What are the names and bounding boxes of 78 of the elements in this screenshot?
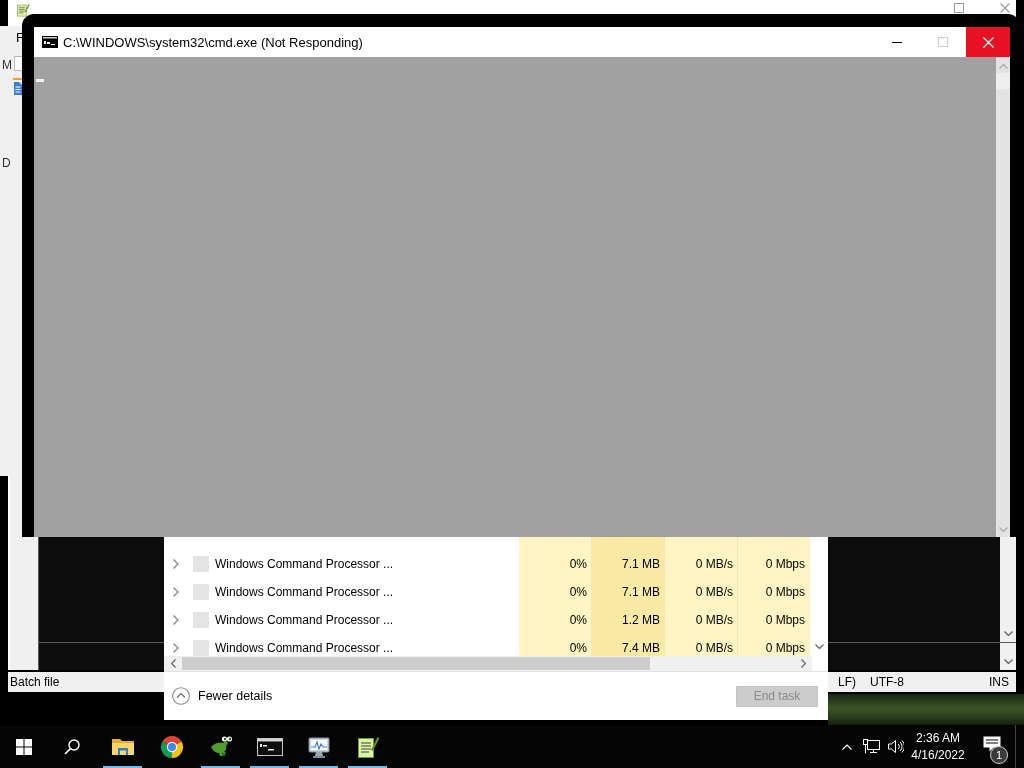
network-cell-text: 0 Mbps	[764, 641, 806, 655]
network-cell-text: 0 Mbps	[764, 613, 806, 627]
running-indicator	[348, 766, 387, 768]
maximize-icon	[954, 3, 964, 13]
process-name: Windows Command Processor ...	[214, 557, 395, 571]
process-name: Windows Command Processor ...	[214, 585, 395, 599]
status-text: UTF-8	[870, 675, 904, 689]
scroll-down-icon	[1003, 631, 1013, 636]
process-name: Windows Command Processor ...	[214, 613, 395, 627]
status-text: INS	[989, 675, 1009, 689]
disk-cell-text: 0 MB/s	[694, 613, 734, 627]
memory-cell-text: 7.4 MB	[621, 641, 661, 655]
scroll-right-icon	[800, 659, 806, 668]
running-indicator	[250, 766, 289, 768]
vertical-scrollbar[interactable]	[1000, 643, 1016, 670]
scroll-left-icon	[170, 659, 176, 668]
blank-square-icon	[193, 612, 209, 628]
blank-square-icon	[193, 640, 209, 656]
chevron-right-icon[interactable]	[173, 615, 179, 625]
chevron-circle-icon	[172, 687, 190, 705]
lizard-icon	[208, 734, 233, 759]
network-cell-text: 0 Mbps	[764, 585, 806, 599]
chevron-right-icon[interactable]	[173, 643, 179, 653]
circle-logo-icon	[159, 734, 184, 759]
terminal-icon	[256, 737, 283, 756]
clock-date[interactable]: 4/16/2022	[911, 746, 965, 764]
notification-badge: 1	[990, 746, 1008, 764]
scroll-down-icon	[1003, 659, 1013, 664]
console-icon	[42, 36, 58, 48]
close-icon	[1000, 3, 1010, 13]
cpu-cell-text: 0%	[568, 613, 588, 627]
running-indicator	[201, 766, 240, 768]
speaker-icon	[886, 739, 904, 754]
cpu-cell-text: 0%	[568, 585, 588, 599]
monitor-chart-icon	[306, 734, 331, 759]
vertical-scrollbar[interactable]	[996, 57, 1010, 537]
status-text: Batch file	[10, 675, 60, 689]
caret-up-icon	[842, 743, 852, 750]
scroll-up-icon	[998, 64, 1008, 69]
process-name: Windows Command Processor ...	[214, 641, 395, 655]
memory-cell-text: 1.2 MB	[621, 613, 661, 627]
memory-cell-text: 7.1 MB	[621, 585, 661, 599]
window-title: C:\WINDOWS\system32\cmd.exe (Not Responding)	[63, 34, 364, 50]
notepad-icon	[16, 3, 30, 17]
disk-cell-text: 0 MB/s	[694, 641, 734, 655]
close-icon	[982, 36, 994, 48]
chevron-right-icon[interactable]	[173, 559, 179, 569]
notifications-button[interactable]: 1	[969, 725, 1015, 768]
network-icon	[862, 739, 880, 754]
notepad-icon	[355, 734, 380, 759]
disk-cell-text: 0 MB/s	[694, 557, 734, 571]
text-fragment: M	[2, 58, 12, 72]
horizontal-scrollbar[interactable]	[164, 656, 812, 671]
fewer-details-button[interactable]: Fewer details	[172, 687, 273, 705]
memory-cell-text: 7.1 MB	[621, 557, 661, 571]
input-field[interactable]	[14, 55, 22, 71]
network-cell-text: 0 Mbps	[764, 557, 806, 571]
running-indicator	[103, 766, 142, 768]
chevron-right-icon[interactable]	[173, 587, 179, 597]
folder-icon	[110, 736, 135, 757]
cpu-cell-text: 0%	[568, 641, 588, 655]
minimize-icon	[892, 41, 902, 43]
clock-time[interactable]: 2:36 AM	[916, 729, 960, 747]
running-indicator	[299, 766, 338, 768]
scroll-thumb[interactable]	[182, 657, 650, 670]
scroll-down-icon	[814, 644, 824, 649]
cpu-cell-text: 0%	[568, 557, 588, 571]
search-icon	[64, 738, 80, 755]
scroll-thumb[interactable]	[996, 73, 1010, 89]
vertical-scrollbar[interactable]	[1000, 537, 1016, 642]
disk-cell-text: 0 MB/s	[694, 585, 734, 599]
start-icon	[16, 738, 32, 755]
blank-square-icon	[193, 584, 209, 600]
status-text: LF)	[838, 675, 856, 689]
scroll-down-icon	[998, 527, 1008, 532]
text-fragment: D	[2, 156, 11, 170]
blank-square-icon	[193, 556, 209, 572]
cursor-icon	[36, 79, 44, 82]
